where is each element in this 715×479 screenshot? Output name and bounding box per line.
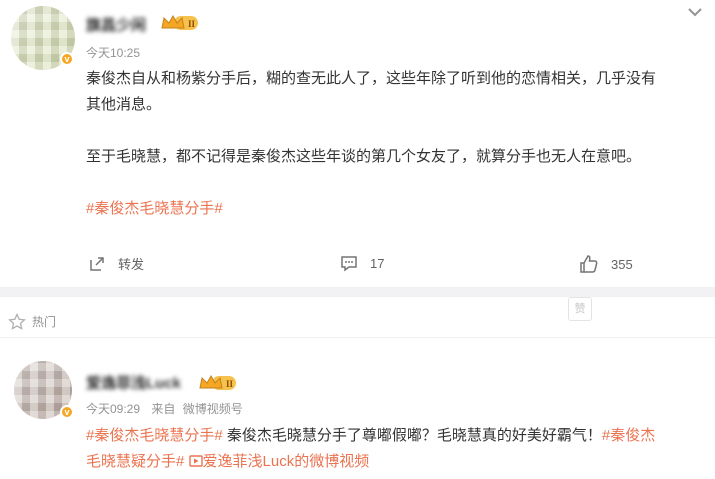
verified-badge-icon: v (60, 405, 74, 419)
crown-icon: II (199, 374, 236, 390)
video-link-text: 爱逸菲浅Luck的微博视频 (202, 453, 370, 470)
comment-count: 17 (370, 255, 385, 271)
repost-button[interactable]: 转发 (88, 254, 144, 273)
comment-text: 秦俊杰毛晓慧分手了尊嘟假嘟？毛晓慧真的好美好霸气！ (222, 427, 602, 444)
comment-time[interactable]: 今天09:29 (86, 402, 140, 416)
content-line: 秦俊杰自从和杨紫分手后，糊的查无此人了，这些年除了听到他的恋情相关，几乎没有 (86, 70, 657, 87)
comment-button[interactable]: 17 (340, 254, 384, 272)
star-icon (8, 313, 26, 330)
divider-line (0, 337, 715, 338)
hashtag-link[interactable]: #秦俊杰毛晓慧分手# (86, 196, 706, 222)
verified-badge-icon: v (60, 52, 74, 66)
repost-icon (90, 256, 104, 271)
weibo-post: v 旗昌少闲 II 今天10:25 秦俊杰自从和杨紫分手后，糊的查无此人了，这些… (0, 0, 715, 287)
comment-meta: 今天09:29 来自 微博视频号 (86, 400, 243, 417)
like-count: 355 (611, 256, 633, 272)
comment-content: #秦俊杰毛晓慧分手# 秦俊杰毛晓慧分手了尊嘟假嘟？毛晓慧真的好美好霸气！#秦俊杰… (86, 423, 706, 475)
like-button[interactable]: 355 (579, 254, 633, 274)
post-time[interactable]: 今天10:25 (86, 44, 140, 61)
content-line: 其他消息。 (86, 96, 162, 113)
svg-text:II: II (188, 19, 196, 29)
hashtag-link[interactable]: #秦俊杰 (602, 427, 655, 444)
source-link[interactable]: 微博视频号 (183, 402, 243, 416)
hashtag-link[interactable]: 毛晓慧疑分手# (86, 453, 184, 470)
author-name[interactable]: 爱逸菲浅Luck (86, 372, 181, 393)
svg-text:II: II (226, 379, 234, 389)
post-content: 秦俊杰自从和杨紫分手后，糊的查无此人了，这些年除了听到他的恋情相关，几乎没有 其… (86, 66, 706, 222)
content-line: 至于毛晓慧，都不记得是秦俊杰这些年谈的第几个女友了，就算分手也无人在意吧。 (86, 148, 642, 165)
thumbs-up-icon (580, 255, 598, 273)
source-prefix: 来自 (151, 402, 176, 416)
video-link[interactable]: 爱逸菲浅Luck的微博视频 (188, 453, 370, 470)
hashtag-link[interactable]: #秦俊杰毛晓慧分手# (86, 427, 223, 444)
hot-comments-header: 热门 (0, 309, 715, 337)
crown-icon: II (161, 14, 198, 30)
hot-label: 热门 (32, 315, 57, 329)
section-divider (0, 287, 715, 297)
repost-label: 转发 (118, 257, 145, 272)
video-icon (188, 455, 203, 467)
comment-icon (341, 256, 357, 272)
author-name[interactable]: 旗昌少闲 (86, 14, 146, 35)
chevron-down-icon[interactable] (687, 6, 703, 18)
